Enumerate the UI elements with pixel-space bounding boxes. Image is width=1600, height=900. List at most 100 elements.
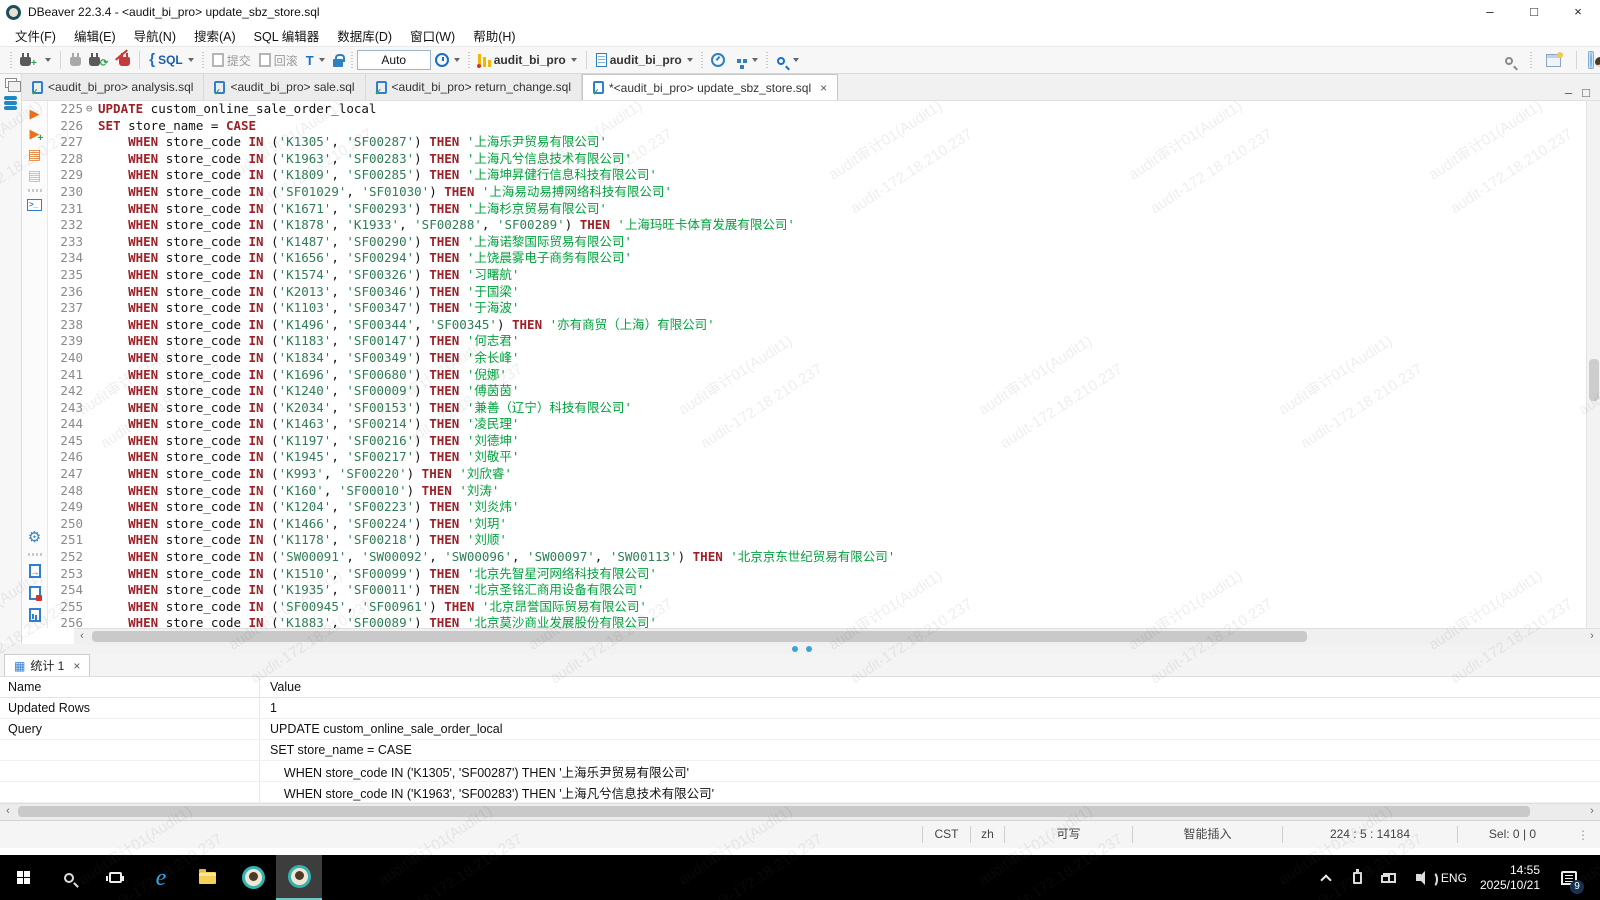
fold-marker-icon[interactable] — [86, 416, 98, 433]
editor-tab-1[interactable]: <audit_bi_pro> sale.sql — [204, 74, 365, 100]
tray-expand-button[interactable] — [1312, 855, 1340, 900]
file-explorer-button[interactable] — [184, 855, 230, 900]
table-row[interactable]: WHEN store_code IN ('K1963', 'SF00283') … — [0, 782, 1600, 803]
transaction-log-button[interactable] — [432, 49, 463, 71]
settings-gear-icon[interactable]: ⚙ — [28, 530, 41, 545]
rollback-button[interactable]: 回滚 — [256, 49, 301, 71]
sql-console-button[interactable]: >_ — [27, 199, 42, 211]
close-button[interactable]: × — [1556, 0, 1600, 24]
fold-marker-icon[interactable] — [86, 549, 98, 566]
fold-marker-icon[interactable] — [86, 250, 98, 267]
fold-marker-icon[interactable] — [86, 134, 98, 151]
new-connection-button[interactable]: + — [17, 49, 54, 71]
menu-item-3[interactable]: 搜索(A) — [185, 24, 245, 47]
tasks-button[interactable] — [730, 49, 761, 71]
fold-marker-icon[interactable] — [86, 201, 98, 218]
validate-script-icon[interactable] — [29, 586, 41, 600]
taskbar-search-button[interactable] — [46, 855, 92, 900]
minimize-editor-icon[interactable]: – — [1565, 85, 1572, 100]
editor-tab-0[interactable]: <audit_bi_pro> analysis.sql — [22, 74, 204, 100]
fold-marker-icon[interactable] — [86, 184, 98, 201]
splitter-handle-icon[interactable] — [806, 646, 812, 652]
volume-tray-button[interactable] — [1408, 855, 1436, 900]
fold-marker-icon[interactable] — [86, 383, 98, 400]
fold-marker-icon[interactable] — [86, 599, 98, 616]
start-button[interactable] — [0, 855, 46, 900]
fold-marker-icon[interactable] — [86, 449, 98, 466]
splitter-handle-icon[interactable] — [792, 646, 798, 652]
close-icon[interactable]: × — [820, 81, 827, 95]
internet-explorer-button[interactable]: e — [138, 855, 184, 900]
table-row[interactable]: Updated Rows1 — [0, 698, 1600, 719]
tab-statistics[interactable]: ▦ 统计 1 × — [4, 654, 90, 676]
fold-marker-icon[interactable] — [86, 333, 98, 350]
close-icon[interactable]: × — [73, 659, 80, 673]
fold-marker-icon[interactable] — [86, 284, 98, 301]
disconnect-button[interactable] — [116, 49, 133, 71]
dbeaver-perspective-button[interactable] — [1588, 51, 1594, 69]
fold-marker-icon[interactable] — [86, 118, 98, 135]
commit-button[interactable]: 提交 — [209, 49, 254, 71]
schema-selector[interactable]: audit_bi_pro — [593, 49, 696, 71]
explain-plan-button[interactable]: ▤ — [28, 168, 41, 182]
table-row[interactable]: QueryUPDATE custom_online_sale_order_loc… — [0, 719, 1600, 740]
scroll-left-arrow[interactable]: ‹ — [0, 804, 16, 819]
editor-tab-3[interactable]: *<audit_bi_pro> update_sbz_store.sql× — [582, 74, 838, 100]
database-navigator-icon[interactable] — [4, 96, 17, 100]
script-statistics-icon[interactable] — [29, 608, 41, 622]
open-perspective-button[interactable] — [1543, 49, 1564, 71]
fold-marker-icon[interactable] — [86, 582, 98, 599]
disconnected-button[interactable] — [67, 49, 84, 71]
connection-selector[interactable]: audit_bi_pro — [475, 49, 580, 71]
fold-marker-icon[interactable] — [86, 217, 98, 234]
fold-marker-icon[interactable] — [86, 483, 98, 500]
execute-statement-button[interactable]: ▶ — [30, 107, 40, 120]
menu-item-4[interactable]: SQL 编辑器 — [245, 24, 329, 47]
usb-tray-button[interactable] — [1344, 855, 1372, 900]
horizontal-scroll-thumb[interactable] — [18, 806, 1530, 817]
sql-editor[interactable]: 225⊖UPDATE custom_online_sale_order_loca… — [48, 101, 1600, 628]
taskbar-clock[interactable]: 14:55 2025/10/21 — [1472, 863, 1548, 893]
scroll-right-arrow[interactable]: › — [1584, 629, 1600, 644]
fold-marker-icon[interactable] — [86, 167, 98, 184]
fold-marker-icon[interactable] — [86, 317, 98, 334]
code-area[interactable]: 225⊖UPDATE custom_online_sale_order_loca… — [48, 101, 1586, 628]
export-data-icon[interactable] — [29, 564, 41, 578]
scroll-left-arrow[interactable]: ‹ — [74, 629, 90, 644]
table-row[interactable]: SET store_name = CASE — [0, 740, 1600, 761]
sql-editor-button[interactable]: {SQL — [146, 49, 197, 71]
fold-marker-icon[interactable] — [86, 466, 98, 483]
fold-marker-icon[interactable] — [86, 566, 98, 583]
action-center-button[interactable]: 9 — [1552, 855, 1586, 900]
fold-marker-icon[interactable] — [86, 350, 98, 367]
menu-item-0[interactable]: 文件(F) — [6, 24, 65, 47]
fold-marker-icon[interactable]: ⊖ — [86, 101, 98, 118]
editor-horizontal-scrollbar[interactable]: ‹ › — [74, 628, 1600, 644]
language-indicator[interactable]: ENG — [1440, 855, 1468, 900]
fold-marker-icon[interactable] — [86, 516, 98, 533]
menu-item-7[interactable]: 帮助(H) — [464, 24, 524, 47]
editor-tab-2[interactable]: <audit_bi_pro> return_change.sql — [366, 74, 582, 100]
fold-marker-icon[interactable] — [86, 433, 98, 450]
results-horizontal-scrollbar[interactable]: ‹ › — [0, 803, 1600, 820]
fold-marker-icon[interactable] — [86, 615, 98, 628]
fold-marker-icon[interactable] — [86, 499, 98, 516]
network-tray-button[interactable] — [1376, 855, 1404, 900]
minimize-button[interactable]: – — [1468, 0, 1512, 24]
scroll-right-arrow[interactable]: › — [1584, 804, 1600, 819]
fold-marker-icon[interactable] — [86, 532, 98, 549]
menu-item-2[interactable]: 导航(N) — [125, 24, 185, 47]
search-button[interactable] — [773, 49, 802, 71]
transaction-mode-button[interactable]: T — [303, 49, 328, 71]
dbeaver-taskbar-button[interactable] — [230, 855, 276, 900]
fold-marker-icon[interactable] — [86, 367, 98, 384]
restore-panel-icon[interactable] — [5, 78, 17, 88]
dbeaver-taskbar-button-active[interactable] — [276, 855, 322, 900]
task-view-button[interactable] — [92, 855, 138, 900]
maximize-editor-icon[interactable]: □ — [1582, 85, 1590, 100]
fold-marker-icon[interactable] — [86, 300, 98, 317]
fold-marker-icon[interactable] — [86, 151, 98, 168]
reconnect-button[interactable]: ⟳ — [86, 49, 114, 71]
maximize-button[interactable]: □ — [1512, 0, 1556, 24]
execute-script-button[interactable]: ▤ — [28, 147, 41, 161]
